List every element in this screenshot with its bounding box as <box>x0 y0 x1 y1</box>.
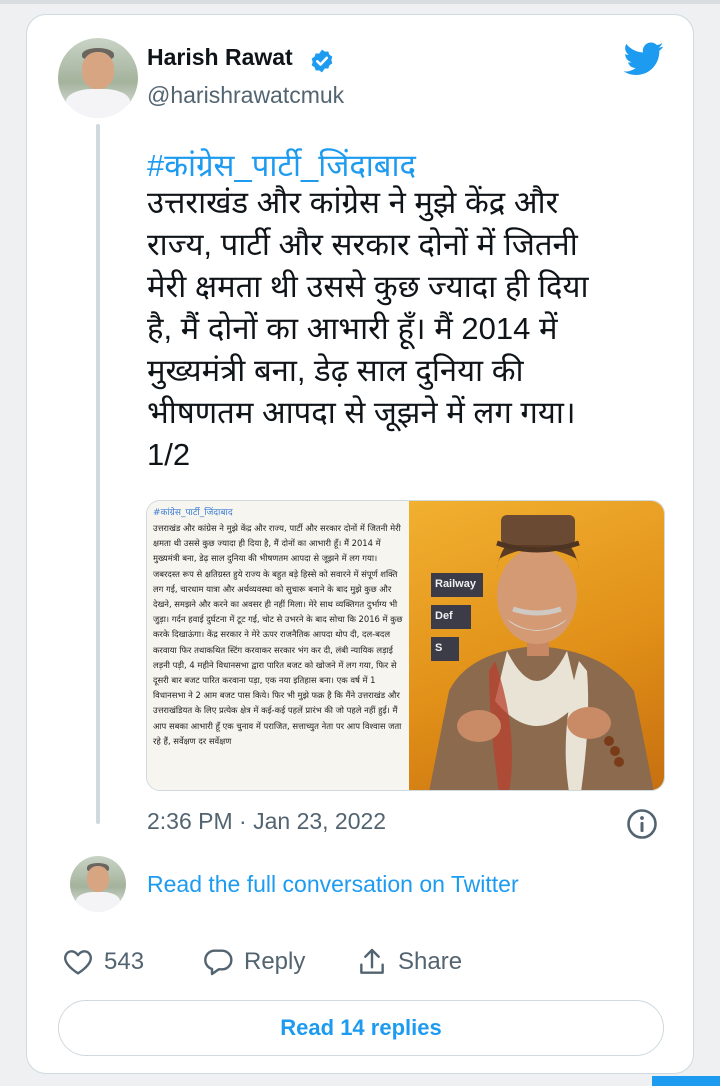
read-replies-button[interactable]: Read 14 replies <box>58 1000 664 1056</box>
thread-line <box>96 124 100 824</box>
top-divider <box>0 0 720 4</box>
like-button[interactable]: 543 <box>62 946 144 978</box>
media-body-text: उत्तराखंड और कांग्रेस ने मुझे केंद्र और … <box>153 523 403 746</box>
author-handle[interactable]: @harishrawatcmuk <box>147 82 344 109</box>
reply-button[interactable]: Reply <box>202 946 305 978</box>
like-count: 543 <box>104 948 145 975</box>
bottom-accent-strip <box>652 1076 720 1086</box>
tweet-text: उत्तराखंड और कांग्रेस ने मुझे केंद्र और … <box>147 185 589 472</box>
reply-label: Reply <box>244 948 306 975</box>
tweet-timestamp[interactable]: 2:36 PM · Jan 23, 2022 <box>147 808 386 835</box>
heart-icon <box>64 950 92 975</box>
author-avatar[interactable] <box>58 38 138 118</box>
read-full-conversation-link[interactable]: Read the full conversation on Twitter <box>147 871 519 898</box>
verified-badge-icon <box>311 49 333 73</box>
reply-bubble-icon <box>204 949 233 976</box>
author-name[interactable]: Harish Rawat <box>147 44 293 71</box>
info-icon[interactable] <box>626 808 658 840</box>
twitter-bird-icon[interactable] <box>624 42 664 76</box>
media-hashtag: #कांग्रेस_पार्टी_जिंदाबाद <box>153 508 233 518</box>
person-portrait <box>429 515 654 790</box>
share-button[interactable]: Share <box>356 946 462 978</box>
media-photo[interactable]: Railway Def S <box>409 501 664 790</box>
share-icon <box>360 948 384 974</box>
media-text-image[interactable]: #कांग्रेस_पार्टी_जिंदाबाद उत्तराखंड और क… <box>147 501 409 790</box>
tweet-media[interactable]: #कांग्रेस_पार्टी_जिंदाबाद उत्तराखंड और क… <box>146 500 665 791</box>
conversation-avatar[interactable] <box>70 856 126 912</box>
share-label: Share <box>398 948 463 975</box>
hashtag-link[interactable]: #कांग्रेस_पार्टी_जिंदाबाद <box>147 144 416 186</box>
